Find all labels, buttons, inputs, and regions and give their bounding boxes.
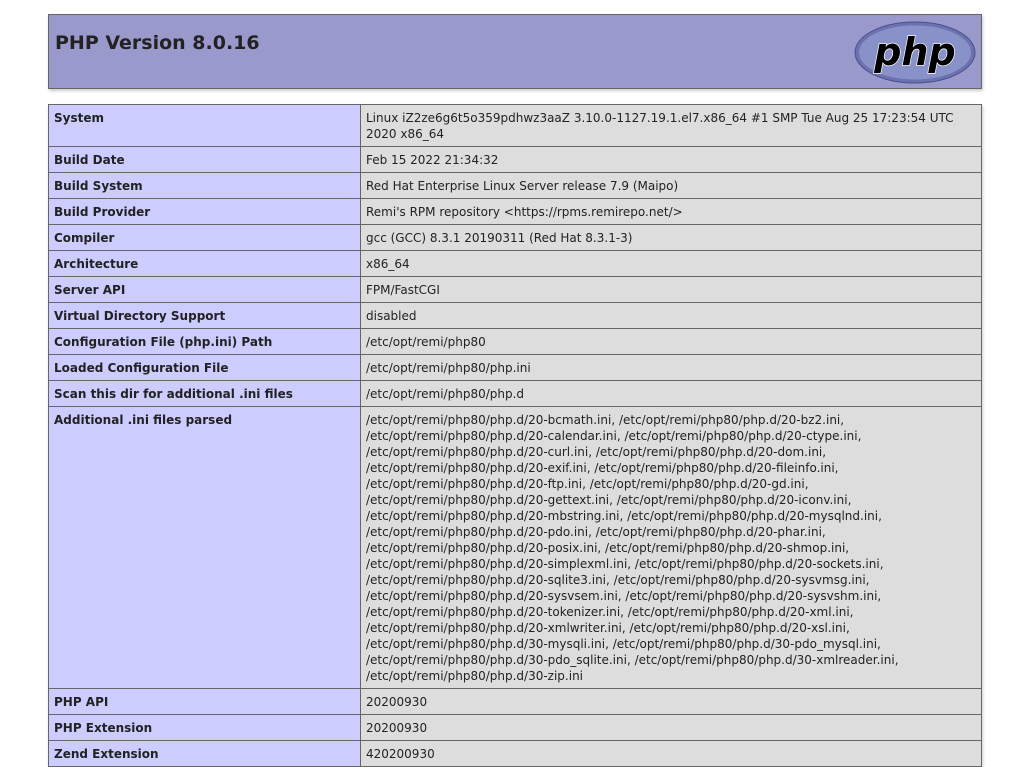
row-value: FPM/FastCGI (360, 276, 982, 303)
ini-file-line: /etc/opt/remi/php80/php.d/20-simplexml.i… (366, 557, 884, 571)
table-row: Compiler gcc (GCC) 8.3.1 20190311 (Red Ha… (48, 224, 982, 251)
table-row: Build Provider Remi's RPM repository <htt… (48, 198, 982, 225)
ini-file-line: /etc/opt/remi/php80/php.d/20-posix.ini, … (366, 541, 850, 555)
ini-file-line: /etc/opt/remi/php80/php.d/20-xmlwriter.i… (366, 621, 850, 635)
ini-file-line: /etc/opt/remi/php80/php.d/20-sysvsem.ini… (366, 589, 882, 603)
row-value: 20200930 (360, 714, 982, 741)
ini-file-line: /etc/opt/remi/php80/php.d/20-tokenizer.i… (366, 605, 854, 619)
table-row: Configuration File (php.ini) Path/etc/op… (48, 328, 982, 355)
row-key: Configuration File (php.ini) Path (48, 328, 361, 355)
table-row: Virtual Directory Support disabled (48, 302, 982, 329)
row-key: PHP API (48, 688, 361, 715)
row-value: /etc/opt/remi/php80/php.ini (360, 354, 982, 381)
table-row: Server API FPM/FastCGI (48, 276, 982, 303)
table-row: Architecture x86_64 (48, 250, 982, 277)
page-title: PHP Version 8.0.16 (55, 32, 260, 54)
row-value: gcc (GCC) 8.3.1 20190311 (Red Hat 8.3.1-… (360, 224, 982, 251)
row-value-list: /etc/opt/remi/php80/php.d/20-bcmath.ini,… (360, 406, 982, 689)
table-row: PHP Extension 20200930 (48, 714, 982, 741)
table-row: PHP API 20200930 (48, 688, 982, 715)
row-value: Red Hat Enterprise Linux Server release … (360, 172, 982, 199)
row-value: x86_64 (360, 250, 982, 277)
ini-file-line: /etc/opt/remi/php80/php.d/30-zip.ini (366, 669, 584, 683)
row-key: Scan this dir for additional .ini files (48, 380, 361, 407)
row-value: /etc/opt/remi/php80/php.d (360, 380, 982, 407)
table-row: Build System Red Hat Enterprise Linux Ser… (48, 172, 982, 199)
ini-file-line: /etc/opt/remi/php80/php.d/20-gettext.ini… (366, 493, 852, 507)
phpinfo-container: PHP Version 8.0.16 php System Linux iZ2ze… (48, 14, 982, 767)
row-value: /etc/opt/remi/php80 (360, 328, 982, 355)
row-key: System (48, 104, 361, 147)
table-row: Build Date Feb 15 2022 21:34:32 (48, 146, 982, 173)
table-row: Loaded Configuration File/etc/opt/remi/p… (48, 354, 982, 381)
php-logo-text: php (873, 30, 955, 74)
table-row: Additional .ini files parsed/etc/opt/rem… (48, 406, 982, 689)
row-key: Zend Extension (48, 740, 361, 767)
system-info-table: System Linux iZ2ze6g6t5o359pdhwz3aaZ 3.10… (48, 104, 982, 767)
row-value: Linux iZ2ze6g6t5o359pdhwz3aaZ 3.10.0-112… (360, 104, 982, 147)
ini-file-line: /etc/opt/remi/php80/php.d/20-calendar.in… (366, 429, 862, 443)
ini-file-line: /etc/opt/remi/php80/php.d/20-mbstring.in… (366, 509, 882, 523)
row-value: disabled (360, 302, 982, 329)
row-value: Feb 15 2022 21:34:32 (360, 146, 982, 173)
row-key: Build Provider (48, 198, 361, 225)
table-row: System Linux iZ2ze6g6t5o359pdhwz3aaZ 3.10… (48, 104, 982, 147)
row-key: Loaded Configuration File (48, 354, 361, 381)
row-key: Additional .ini files parsed (48, 406, 361, 689)
row-key: Architecture (48, 250, 361, 277)
ini-file-line: /etc/opt/remi/php80/php.d/30-pdo_sqlite.… (366, 653, 899, 667)
ini-file-line: /etc/opt/remi/php80/php.d/20-pdo.ini, /e… (366, 525, 826, 539)
row-key: PHP Extension (48, 714, 361, 741)
row-value: 420200930 (360, 740, 982, 767)
ini-file-line: /etc/opt/remi/php80/php.d/20-ftp.ini, /e… (366, 477, 809, 491)
row-key: Build Date (48, 146, 361, 173)
php-logo: php (854, 21, 976, 84)
row-key: Compiler (48, 224, 361, 251)
row-key: Virtual Directory Support (48, 302, 361, 329)
ini-file-line: /etc/opt/remi/php80/php.d/20-sqlite3.ini… (366, 573, 870, 587)
ini-file-line: /etc/opt/remi/php80/php.d/30-mysqli.ini,… (366, 637, 881, 651)
table-row: Scan this dir for additional .ini files /… (48, 380, 982, 407)
row-value: Remi's RPM repository <https://rpms.remi… (360, 198, 982, 225)
ini-file-line: /etc/opt/remi/php80/php.d/20-curl.ini, /… (366, 445, 827, 459)
version-header: PHP Version 8.0.16 php (48, 14, 982, 89)
ini-file-line: /etc/opt/remi/php80/php.d/20-exif.ini, /… (366, 461, 839, 475)
ini-file-line: /etc/opt/remi/php80/php.d/20-bcmath.ini,… (366, 413, 845, 427)
table-row: Zend Extension 420200930 (48, 740, 982, 767)
row-key: Build System (48, 172, 361, 199)
row-value: 20200930 (360, 688, 982, 715)
row-key: Server API (48, 276, 361, 303)
